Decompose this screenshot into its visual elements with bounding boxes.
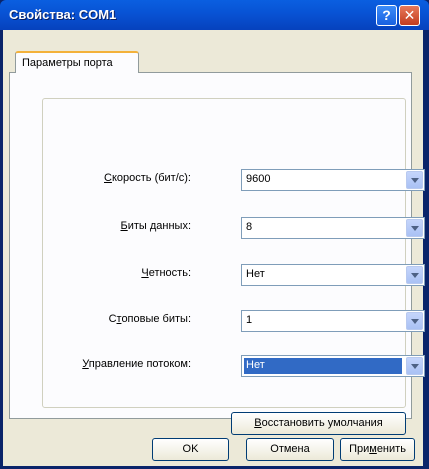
tab-panel: Скорость (бит/с): 9600 Биты данных: 8 Че… [9,72,425,435]
apply-button[interactable]: Применить [340,438,415,461]
chevron-down-icon[interactable] [406,266,423,284]
tab-label: Параметры порта [22,57,113,69]
restore-defaults-button[interactable]: Восстановить умолчания [231,412,406,435]
chevron-down-icon[interactable] [406,171,423,189]
flow-control-value: Нет [244,358,402,374]
stop-bits-label: Стоповые биты: [108,313,191,325]
baud-rate-select[interactable]: 9600 [241,169,425,191]
parity-select[interactable]: Нет [241,264,425,286]
stop-bits-value: 1 [246,314,253,326]
properties-dialog: Свойства: COM1 ? ✕ Параметры порта Скоро… [0,0,429,469]
flow-control-label: Управление потоком: [82,358,191,370]
data-bits-label: Биты данных: [120,220,191,232]
help-icon[interactable]: ? [376,5,397,26]
parity-label: Четность: [141,267,191,279]
chevron-down-icon[interactable] [406,312,423,330]
dialog-client-area: Параметры порта Скорость (бит/с): 9600 Б… [3,30,425,466]
cancel-button[interactable]: Отмена [246,438,334,461]
baud-rate-label: Скорость (бит/с): [104,172,191,184]
tab-port-settings[interactable]: Параметры порта [15,51,139,73]
window-title: Свойства: COM1 [9,7,117,22]
settings-group: Скорость (бит/с): 9600 Биты данных: 8 Че… [42,98,425,408]
ok-button[interactable]: OK [152,438,229,461]
parity-value: Нет [246,268,265,280]
stop-bits-select[interactable]: 1 [241,310,425,332]
flow-control-select[interactable]: Нет [241,355,425,377]
close-icon[interactable]: ✕ [399,5,420,26]
data-bits-value: 8 [246,221,253,233]
baud-rate-value: 9600 [246,173,271,185]
chevron-down-icon[interactable] [406,357,423,375]
data-bits-select[interactable]: 8 [241,217,425,239]
title-bar[interactable]: Свойства: COM1 ? ✕ [0,0,429,30]
chevron-down-icon[interactable] [406,219,423,237]
